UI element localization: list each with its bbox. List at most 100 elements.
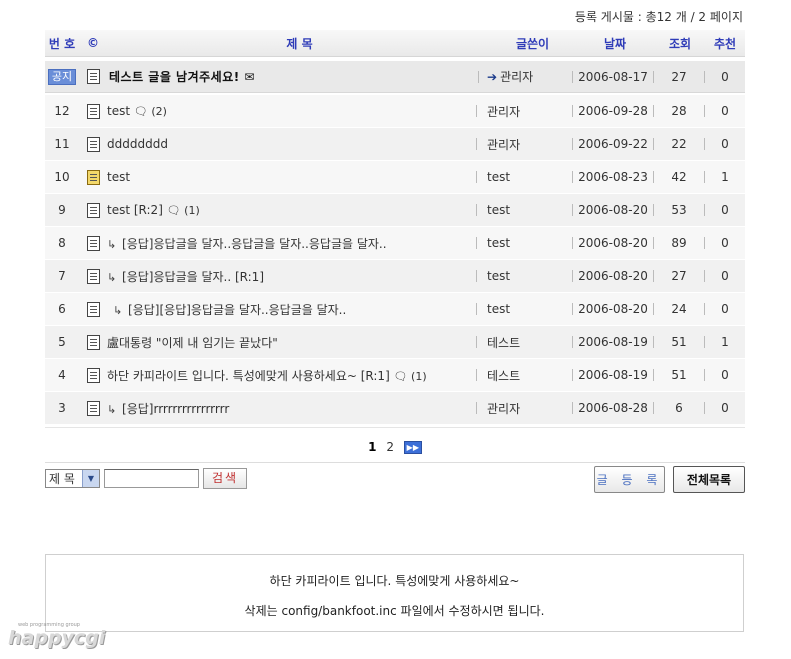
row-writer[interactable]: 관리자 bbox=[477, 103, 572, 120]
row-number: 10 bbox=[54, 170, 70, 184]
table-row[interactable]: 11 dddddddd 관리자 2006-09-22 22 0 bbox=[45, 128, 745, 161]
table-row[interactable]: 7 ↳ [응답]응답글을 달자.. [R:1] test 2006-08-20 … bbox=[45, 260, 745, 293]
row-date: 2006-08-20 bbox=[578, 269, 648, 283]
document-icon bbox=[86, 400, 100, 416]
header-num: 번 호 bbox=[48, 36, 76, 51]
footer-line-1: 하단 카피라이트 입니다. 특성에맞게 사용하세요~ bbox=[269, 574, 520, 588]
post-title-link[interactable]: test [R:2] bbox=[107, 203, 163, 217]
row-recommend: 0 bbox=[721, 401, 729, 415]
comment-count: 🗨 (1) bbox=[166, 204, 200, 217]
document-icon bbox=[86, 301, 100, 317]
header-views: 조회 bbox=[668, 36, 692, 51]
reply-arrow-icon: ↳ bbox=[113, 303, 123, 317]
notice-writer[interactable]: 관리자 bbox=[500, 70, 533, 84]
search-bar: 제 목 ▼ 검색 글 등 록 전체목록 bbox=[45, 466, 745, 494]
document-icon bbox=[86, 367, 100, 383]
row-date: 2006-08-19 bbox=[578, 335, 648, 349]
document-icon bbox=[86, 202, 100, 218]
document-icon bbox=[86, 69, 100, 84]
row-writer[interactable]: test bbox=[477, 236, 572, 250]
row-writer[interactable]: test bbox=[477, 203, 572, 217]
chevron-down-icon[interactable]: ▼ bbox=[82, 470, 99, 487]
row-recommend: 1 bbox=[721, 335, 729, 349]
document-icon bbox=[86, 136, 100, 152]
table-header: 번 호 © 제 목 글쓴이 날짜 조회 추천 bbox=[45, 30, 745, 57]
write-post-button[interactable]: 글 등 록 bbox=[594, 466, 665, 493]
row-views: 51 bbox=[671, 335, 687, 349]
board: 등록 게시물 : 총12 개 / 2 페이지 번 호 © 제 목 글쓴이 날짜 … bbox=[45, 0, 745, 463]
multi-document-icon bbox=[86, 169, 100, 185]
post-title-link[interactable]: [응답][응답]응답글을 달자..응답글을 달자.. bbox=[128, 303, 346, 317]
row-recommend: 1 bbox=[721, 170, 729, 184]
row-writer[interactable]: test bbox=[477, 170, 572, 184]
notice-badge: 공지 bbox=[47, 68, 77, 85]
document-icon bbox=[86, 334, 100, 350]
row-views: 53 bbox=[671, 203, 687, 217]
row-recommend: 0 bbox=[721, 269, 729, 283]
search-field-select[interactable]: 제 목 ▼ bbox=[45, 469, 100, 488]
comment-count: 🗨 (2) bbox=[133, 105, 167, 118]
row-writer[interactable]: 테스트 bbox=[477, 367, 572, 384]
row-views: 6 bbox=[675, 401, 683, 415]
reply-arrow-icon: ↳ bbox=[107, 402, 117, 416]
post-title-link[interactable]: [응답]응답글을 달자.. [R:1] bbox=[122, 270, 264, 284]
row-number: 9 bbox=[58, 203, 66, 217]
row-number: 7 bbox=[58, 269, 66, 283]
notice-date: 2006-08-17 bbox=[578, 69, 648, 84]
row-recommend: 0 bbox=[721, 236, 729, 250]
row-number: 3 bbox=[58, 401, 66, 415]
table-row[interactable]: 5 盧대통령 "이제 내 임기는 끝났다" 테스트 2006-08-19 51 … bbox=[45, 326, 745, 359]
row-number: 8 bbox=[58, 236, 66, 250]
row-views: 89 bbox=[671, 236, 687, 250]
header-recommend: 추천 bbox=[713, 36, 737, 51]
post-title-link[interactable]: test bbox=[107, 104, 130, 118]
comment-count: 🗨 (1) bbox=[393, 369, 427, 383]
post-title-link[interactable]: [응답]rrrrrrrrrrrrrrrr bbox=[122, 402, 229, 416]
table-row[interactable]: 6 ↳ [응답][응답]응답글을 달자..응답글을 달자.. test 2006… bbox=[45, 293, 745, 326]
table-row[interactable]: 8 ↳ [응답]응답글을 달자..응답글을 달자..응답글을 달자.. test… bbox=[45, 227, 745, 260]
row-writer[interactable]: test bbox=[477, 302, 572, 316]
row-writer[interactable]: 관리자 bbox=[477, 136, 572, 153]
row-views: 27 bbox=[671, 269, 687, 283]
admin-arrow-icon: ➔ bbox=[487, 70, 498, 84]
search-button[interactable]: 검색 bbox=[203, 468, 247, 489]
table-row[interactable]: 9 test [R:2] 🗨 (1) test 2006-08-20 53 0 bbox=[45, 194, 745, 227]
post-title-link[interactable]: 하단 카피라이트 입니다. 특성에맞게 사용하세요~ [R:1] bbox=[107, 369, 390, 383]
notice-row[interactable]: 공지 테스트 글을 남겨주세요! ✉ ➔ 관리자 2006-08-17 27 0 bbox=[45, 61, 745, 93]
row-date: 2006-08-20 bbox=[578, 203, 648, 217]
post-title-link[interactable]: test bbox=[107, 170, 130, 184]
post-title-link[interactable]: [응답]응답글을 달자..응답글을 달자..응답글을 달자.. bbox=[122, 237, 387, 251]
search-input[interactable] bbox=[104, 469, 199, 488]
page-current[interactable]: 1 bbox=[368, 440, 376, 454]
page-link-2[interactable]: 2 bbox=[386, 440, 394, 454]
reply-arrow-icon: ↳ bbox=[107, 270, 117, 284]
notice-title-link[interactable]: 테스트 글을 남겨주세요! ✉ bbox=[109, 70, 255, 84]
row-writer[interactable]: test bbox=[477, 269, 572, 283]
row-recommend: 0 bbox=[721, 302, 729, 316]
row-views: 51 bbox=[671, 368, 687, 382]
table-row[interactable]: 3 ↳ [응답]rrrrrrrrrrrrrrrr 관리자 2006-08-28 … bbox=[45, 392, 745, 425]
row-views: 24 bbox=[671, 302, 687, 316]
table-row[interactable]: 4 하단 카피라이트 입니다. 특성에맞게 사용하세요~ [R:1] 🗨 (1)… bbox=[45, 359, 745, 392]
row-number: 11 bbox=[54, 137, 70, 151]
row-recommend: 0 bbox=[721, 104, 729, 118]
row-number: 4 bbox=[58, 368, 66, 382]
post-list: 12 test 🗨 (2) 관리자 2006-09-28 28 0 11 ddd… bbox=[45, 95, 745, 425]
row-date: 2006-09-22 bbox=[578, 137, 648, 151]
post-title-link[interactable]: 盧대통령 "이제 내 임기는 끝났다" bbox=[107, 336, 278, 350]
row-writer[interactable]: 관리자 bbox=[477, 400, 572, 417]
row-date: 2006-08-23 bbox=[578, 170, 648, 184]
next-page-icon[interactable]: ▶▶ bbox=[403, 441, 422, 454]
footer-line-2: 삭제는 config/bankfoot.inc 파일에서 수정하시면 됩니다. bbox=[244, 604, 545, 618]
post-title-link[interactable]: dddddddd bbox=[107, 137, 168, 151]
pagination: 1 2 ▶▶ bbox=[45, 427, 745, 463]
row-number: 12 bbox=[54, 104, 70, 118]
full-list-button[interactable]: 전체목록 bbox=[673, 466, 745, 493]
table-row[interactable]: 10 test test 2006-08-23 42 1 bbox=[45, 161, 745, 194]
row-number: 6 bbox=[58, 302, 66, 316]
notice-recommend: 0 bbox=[721, 69, 729, 84]
reply-arrow-icon: ↳ bbox=[107, 237, 117, 251]
table-row[interactable]: 12 test 🗨 (2) 관리자 2006-09-28 28 0 bbox=[45, 95, 745, 128]
row-date: 2006-08-20 bbox=[578, 302, 648, 316]
row-writer[interactable]: 테스트 bbox=[477, 334, 572, 351]
